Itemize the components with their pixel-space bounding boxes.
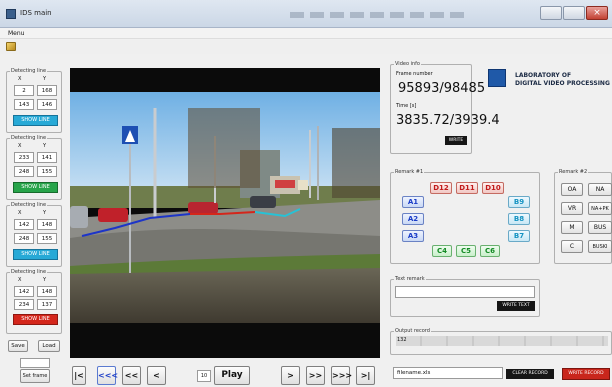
remark-buski-button[interactable]: BUSKI [588,240,612,253]
panel-legend: Remark #1 [394,169,425,175]
play-button[interactable]: Play [214,366,250,385]
remark-c4-button[interactable]: C4 [432,245,452,257]
x2-field[interactable]: 143 [14,99,34,110]
frame-input[interactable] [20,358,50,368]
lab-name: LABORATORY OF DIGITAL VIDEO PROCESSING [515,72,610,87]
remark-m-button[interactable]: M [561,221,583,234]
open-folder-icon[interactable] [6,42,16,51]
y1-field[interactable]: 148 [37,219,57,230]
lab-logo-icon [488,69,506,87]
output-record-value: 132 [397,337,407,343]
show-line-button[interactable]: SHOW LINE [13,314,58,325]
show-line-button[interactable]: SHOW LINE [13,182,58,193]
remark-b7-button[interactable]: B7 [508,230,530,242]
menu-bar [0,28,612,39]
forward-fast-button[interactable]: >>> [331,366,352,385]
x2-field[interactable]: 234 [14,299,34,310]
taskbar-strip [290,12,470,18]
x1-field[interactable]: 142 [14,219,34,230]
remark-a1-button[interactable]: A1 [402,196,424,208]
frame-number-label: Frame number [396,71,433,77]
y-label: Y [43,210,47,216]
y2-field[interactable]: 137 [37,299,57,310]
save-button[interactable]: Save [8,340,28,352]
remark-b9-button[interactable]: B9 [508,196,530,208]
remark-d10-button[interactable]: D10 [482,182,504,194]
remark-a2-button[interactable]: A2 [402,213,424,225]
y1-field[interactable]: 168 [37,85,57,96]
frame-number-value: 95893/98485 [398,81,486,96]
time-label: Time [s] [396,103,417,109]
remark-na-pk-button[interactable]: NA+PK [588,202,612,215]
filename-input[interactable]: filename.xls [393,367,503,379]
y1-field[interactable]: 148 [37,286,57,297]
panel-legend: Detecting line [10,202,48,208]
frame-step-input[interactable]: 10 [197,370,211,382]
rewind-fast-button[interactable]: <<< [97,366,118,385]
y1-field[interactable]: 141 [37,152,57,163]
remark-na-button[interactable]: NA [588,183,612,196]
y-label: Y [43,76,47,82]
panel-legend: Detecting line [10,135,48,141]
remark-c-button[interactable]: C [561,240,583,253]
video-frame [70,68,380,358]
panel-legend: Detecting line [10,269,48,275]
minimize-button[interactable] [540,6,562,20]
remark-bus-button[interactable]: BUS [588,221,612,234]
x-label: X [18,277,22,283]
x1-field[interactable]: 142 [14,286,34,297]
show-line-button[interactable]: SHOW LINE [13,249,58,260]
x1-field[interactable]: 233 [14,152,34,163]
close-button[interactable]: × [586,6,608,20]
remark-c5-button[interactable]: C5 [456,245,476,257]
y-label: Y [43,143,47,149]
rewind-button[interactable]: << [122,366,141,385]
write-record-button[interactable]: WRITE RECORD [562,368,610,380]
text-remark-panel [390,279,540,317]
time-value: 3835.72/3939.4 [396,113,500,128]
remark-vr-button[interactable]: VR [561,202,583,215]
step-back-button[interactable]: < [147,366,166,385]
x1-field[interactable]: 2 [14,85,34,96]
toolbar [0,40,612,54]
clear-record-button[interactable]: CLEAR RECORD [506,369,554,379]
window-title: IDS main [20,9,52,17]
panel-legend: Output record [394,328,431,334]
remark-d12-button[interactable]: D12 [430,182,452,194]
x-label: X [18,210,22,216]
y2-field[interactable]: 155 [37,233,57,244]
text-remark-input[interactable] [395,286,535,298]
remark-c6-button[interactable]: C6 [480,245,500,257]
remark-d11-button[interactable]: D11 [456,182,478,194]
forward-button[interactable]: >> [306,366,325,385]
write-button[interactable]: WRITE [445,136,467,145]
output-record-row [396,336,608,346]
y2-field[interactable]: 146 [37,99,57,110]
show-line-button[interactable]: SHOW LINE [13,115,58,126]
x2-field[interactable]: 248 [14,233,34,244]
panel-legend: Text remark [394,276,426,282]
last-frame-button[interactable]: >| [356,366,375,385]
x-label: X [18,143,22,149]
maximize-button[interactable] [563,6,585,20]
panel-legend: Video info [394,61,421,67]
panel-legend: Detecting line [10,68,48,74]
write-text-button[interactable]: WRITE TEXT [497,301,535,311]
first-frame-button[interactable]: |< [72,366,86,385]
step-forward-button[interactable]: > [281,366,300,385]
set-frame-button[interactable]: Set frame [20,369,50,383]
x-label: X [18,76,22,82]
remark-b8-button[interactable]: B8 [508,213,530,225]
y-label: Y [43,277,47,283]
remark-a3-button[interactable]: A3 [402,230,424,242]
y2-field[interactable]: 155 [37,166,57,177]
remark-oa-button[interactable]: OA [561,183,583,196]
menu-item[interactable]: Menu [8,30,24,37]
load-button[interactable]: Load [38,340,60,352]
x2-field[interactable]: 248 [14,166,34,177]
panel-legend: Remark #2 [558,169,589,175]
app-icon [6,9,16,19]
